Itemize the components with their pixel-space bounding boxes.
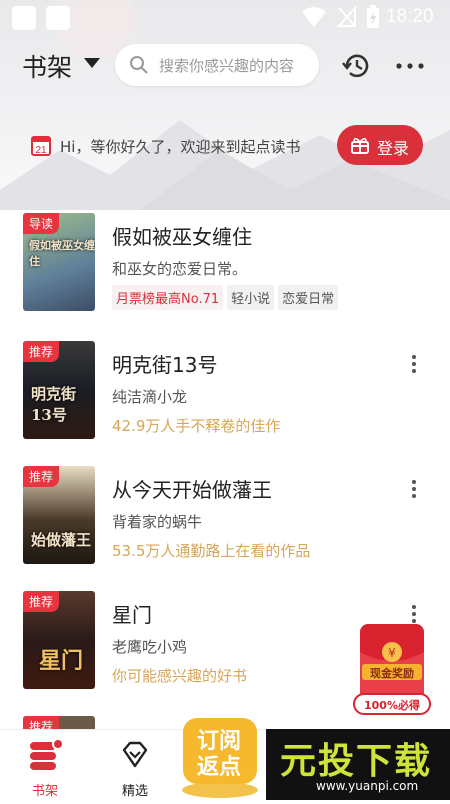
book-author: 纯洁滴小龙 [112,388,188,406]
book-cover[interactable]: 推荐 明克街13号 [23,341,95,439]
search-input[interactable]: 搜索你感兴趣的内容 [115,44,319,86]
book-subtitle: 和巫女的恋爱日常。 [112,260,248,278]
cover-art-title: 假如被巫女缠住 [29,239,95,268]
watermark-url: www.yuanpi.com [316,779,419,793]
book-author: 老鹰吃小鸡 [112,638,188,656]
genre-tag: 轻小说 [227,285,275,310]
status-bar: 18:20 [0,0,450,36]
book-item[interactable]: 推荐 始做藩王 从今天开始做藩王 背着家的蜗牛 53.5万人通勤路上在看的作品 [0,466,450,586]
cover-tag: 推荐 [23,591,60,612]
book-cover[interactable]: 导读 假如被巫女缠住 [23,213,95,311]
search-placeholder: 搜索你感兴趣的内容 [159,57,295,75]
bookshelf-tab-icon [30,738,64,770]
wifi-icon [302,7,326,27]
notification-icon [12,6,36,30]
cash-reward-widget[interactable]: ¥ 现金奖励 100%必得 [350,622,434,718]
book-cover[interactable]: 推荐 [23,716,95,730]
reward-badge: 100%必得 [364,698,420,712]
cover-art-title: 始做藩王 [31,531,92,549]
status-time: 18:20 [386,6,434,27]
caret-down-icon[interactable] [84,58,100,68]
book-cover[interactable]: 推荐 始做藩王 [23,466,95,564]
diamond-icon [122,741,148,768]
more-vertical-icon[interactable] [412,605,416,623]
tag-row: 月票榜最高No.71 轻小说 恋爱日常 [112,285,342,310]
cover-tag: 推荐 [23,466,60,487]
search-icon [130,56,148,74]
login-button[interactable]: 登录 [337,125,423,165]
cover-tag: 导读 [23,213,60,234]
rank-tag: 月票榜最高No.71 [112,285,224,310]
book-cover[interactable]: 推荐 星门 [23,591,95,689]
book-item[interactable]: 导读 假如被巫女缠住 假如被巫女缠住 和巫女的恋爱日常。 月票榜最高No.71 轻… [0,213,450,333]
book-title: 星门 [112,603,152,627]
more-vertical-icon[interactable] [412,480,416,498]
book-author: 背着家的蜗牛 [112,513,203,531]
cover-art-title: 明克街13号 [31,385,77,424]
watermark-title: 元投下载 [280,740,433,782]
tab-label: 书架 [31,784,58,799]
tab-bookshelf[interactable]: 书架 [10,730,80,801]
svg-text:¥: ¥ [388,646,396,660]
watermark: 元投下载 www.yuanpi.com [266,729,450,800]
reward-label: 现金奖励 [370,666,414,680]
tab-label: 精选 [121,784,148,799]
calendar-day: 21 [35,145,47,156]
page-title[interactable]: 书架 [22,48,72,84]
book-item[interactable]: 推荐 明克街13号 明克街13号 纯洁滴小龙 42.9万人手不释卷的佳作 [0,341,450,461]
cover-tag: 推荐 [23,341,60,362]
cover-art-title: 星门 [39,648,84,674]
more-vertical-icon[interactable] [412,355,416,373]
notification-icon [46,6,70,30]
battery-icon [367,5,379,28]
welcome-message: Hi，等你好久了，欢迎来到起点读书 [60,138,301,156]
book-title: 假如被巫女缠住 [112,225,252,249]
book-title: 明克街13号 [112,353,218,377]
signal-icon [337,6,356,27]
calendar-icon: 21 [31,136,51,156]
book-title: 从今天开始做藩王 [112,478,272,502]
promo-line1: 订阅 [197,729,241,754]
promo-line2: 返点 [197,754,241,780]
history-icon[interactable] [342,51,372,81]
book-description: 你可能感兴趣的好书 [112,667,248,685]
book-description: 53.5万人通勤路上在看的作品 [112,542,311,560]
genre-tag: 恋爱日常 [278,285,339,310]
subscription-promo-badge[interactable]: 订阅 返点 [175,712,265,800]
tab-featured[interactable]: 精选 [100,730,170,801]
book-description: 42.9万人手不释卷的佳作 [112,417,281,435]
gift-icon [351,137,369,154]
more-options-icon[interactable] [396,63,426,69]
login-label: 登录 [377,139,410,158]
cover-tag: 推荐 [23,716,60,730]
